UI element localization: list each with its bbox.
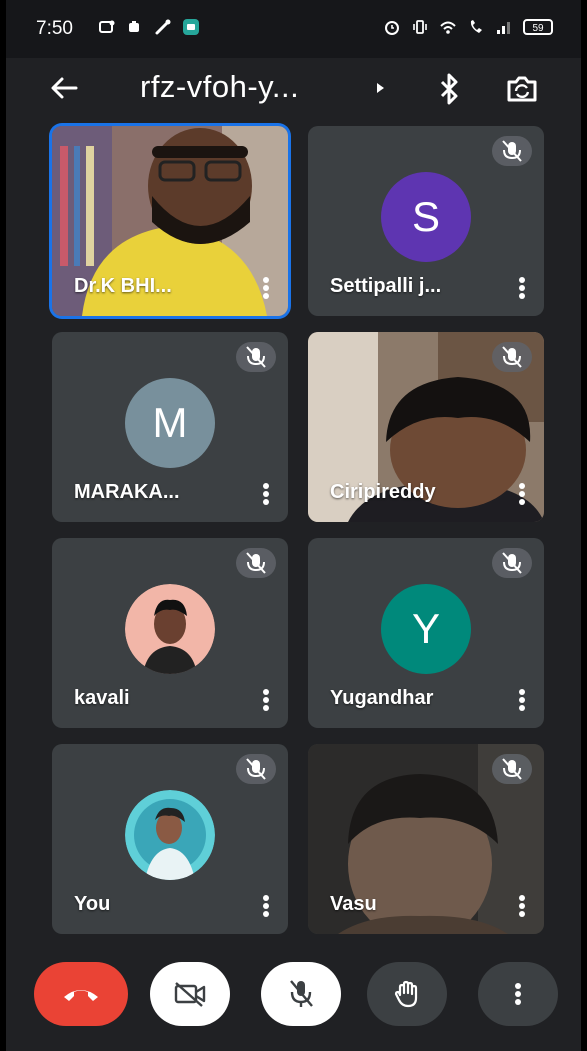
chat-app-icon — [183, 19, 199, 35]
mic-off-icon — [492, 548, 532, 578]
bluetooth-audio-icon[interactable] — [434, 72, 464, 106]
more-vert-icon[interactable] — [262, 894, 270, 918]
participant-tile[interactable]: You — [52, 744, 288, 934]
mic-off-icon — [492, 136, 532, 166]
mic-off-icon — [236, 548, 276, 578]
more-vert-icon[interactable] — [262, 276, 270, 300]
call-icon — [470, 20, 482, 33]
participant-photo-avatar — [125, 584, 215, 674]
status-left-icons — [98, 18, 200, 36]
participant-name: MARAKA... — [74, 481, 180, 503]
participant-name: You — [74, 893, 111, 915]
more-vert-icon[interactable] — [518, 688, 526, 712]
videocam-off-icon — [174, 982, 206, 1007]
call-end-icon — [64, 990, 98, 1001]
participant-tile[interactable]: Vasu — [308, 744, 544, 934]
more-vert-icon[interactable] — [262, 482, 270, 506]
notification-dot-icon — [99, 20, 115, 33]
participant-name: Vasu — [330, 893, 377, 915]
participant-tile[interactable]: Ciripireddy — [308, 332, 544, 522]
participant-tile[interactable]: Y Yugandhar — [308, 538, 544, 728]
alarm-icon — [385, 21, 399, 35]
camera-toggle-button[interactable] — [150, 962, 230, 1026]
participant-avatar: Y — [381, 584, 471, 674]
vibrate-icon — [413, 20, 427, 34]
participant-avatar: M — [125, 378, 215, 468]
participant-name: Ciripireddy — [330, 481, 436, 503]
mic-off-icon — [290, 980, 313, 1007]
participant-name: Dr.K BHI... — [74, 275, 172, 297]
mic-off-icon — [492, 342, 532, 372]
participant-tile[interactable]: M MARAKA... — [52, 332, 288, 522]
participant-tile[interactable]: Dr.K BHI... — [52, 126, 288, 316]
end-call-button[interactable] — [34, 962, 128, 1026]
battery-level: 59 — [532, 23, 544, 34]
status-bar: 7:50 59 — [6, 0, 581, 58]
status-right-icons: 59 — [383, 18, 553, 36]
status-time: 7:50 — [36, 18, 73, 39]
mic-off-icon — [492, 754, 532, 784]
mic-off-icon — [236, 342, 276, 372]
more-options-button[interactable] — [478, 962, 558, 1026]
participant-tile[interactable]: kavali — [52, 538, 288, 728]
back-arrow-icon[interactable] — [46, 70, 82, 106]
mic-off-icon — [236, 754, 276, 784]
participant-name: Yugandhar — [330, 687, 434, 709]
call-controls — [6, 962, 581, 1042]
meeting-code[interactable]: rfz-vfoh-y... — [140, 69, 299, 105]
switch-camera-icon[interactable] — [504, 72, 540, 106]
more-vert-icon — [515, 983, 521, 1005]
more-vert-icon[interactable] — [518, 482, 526, 506]
wrench-icon — [155, 19, 171, 35]
hand-icon — [394, 980, 418, 1008]
participant-photo-avatar — [125, 790, 215, 880]
battery-icon: 59 — [523, 19, 553, 35]
more-vert-icon[interactable] — [262, 688, 270, 712]
wifi-icon — [440, 21, 456, 34]
signal-icon — [497, 22, 510, 34]
participant-avatar: S — [381, 172, 471, 262]
meet-screen: 7:50 59 rfz-vfoh-y... Dr.K BHI... S Sett… — [6, 0, 581, 1051]
mic-toggle-button[interactable] — [261, 962, 341, 1026]
participant-tile[interactable]: S Settipalli j... — [308, 126, 544, 316]
app-icon — [129, 21, 139, 32]
meeting-info-arrow-icon[interactable] — [377, 83, 384, 93]
more-vert-icon[interactable] — [518, 276, 526, 300]
more-vert-icon[interactable] — [518, 894, 526, 918]
participant-name: Settipalli j... — [330, 275, 442, 297]
participant-name: kavali — [74, 687, 130, 709]
meeting-header: rfz-vfoh-y... — [6, 58, 581, 118]
raise-hand-button[interactable] — [367, 962, 447, 1026]
